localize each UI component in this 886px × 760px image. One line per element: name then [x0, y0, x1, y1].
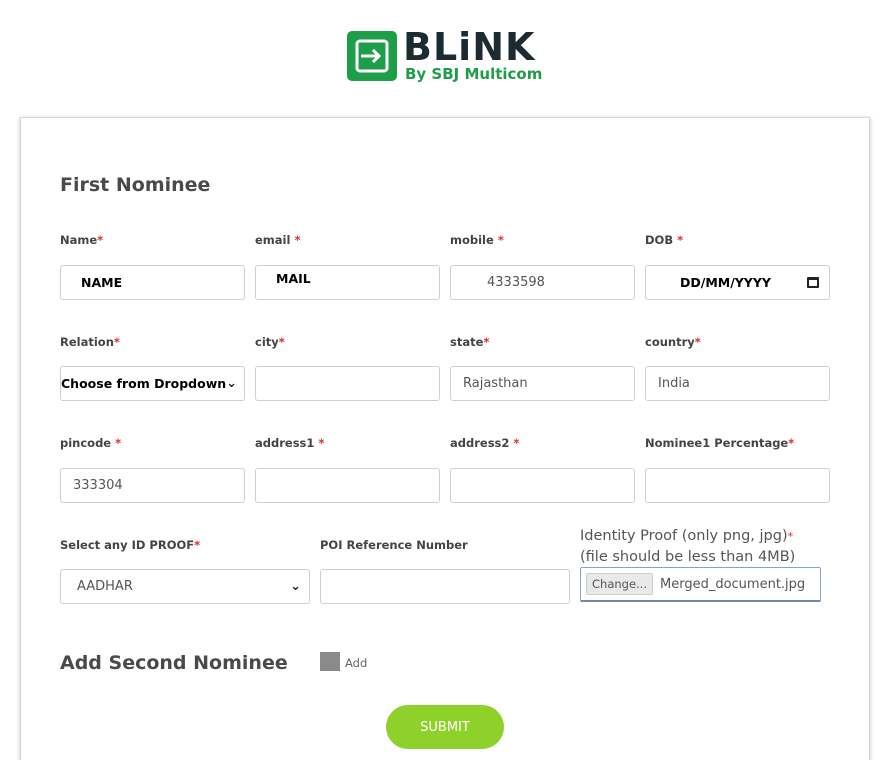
address2-input[interactable] — [450, 468, 635, 503]
add-second-nominee-title: Add Second Nominee — [60, 652, 288, 674]
email-input[interactable]: MAIL — [255, 265, 440, 300]
address1-label: address1 * — [255, 436, 325, 450]
chevron-down-icon: ⌄ — [290, 579, 301, 594]
address2-label: address2 * — [450, 436, 520, 450]
country-input[interactable]: India — [645, 366, 830, 401]
relation-label: Relation* — [60, 335, 120, 349]
relation-value: Choose from Dropdown — [61, 376, 227, 391]
identity-file-input[interactable]: Change... Merged_document.jpg — [580, 567, 821, 602]
identity-proof-label: Identity Proof (only png, jpg)* (file sh… — [580, 528, 796, 565]
add-second-nominee-checkbox[interactable] — [320, 652, 340, 671]
poi-ref-input[interactable] — [320, 569, 570, 604]
add-checkbox-label: Add — [345, 656, 368, 670]
file-name: Merged_document.jpg — [660, 576, 806, 592]
name-input[interactable]: NAME — [60, 265, 245, 300]
email-label: email * — [255, 233, 301, 247]
percentage-input[interactable] — [645, 468, 830, 503]
calendar-icon[interactable] — [807, 277, 819, 288]
dob-input[interactable]: DD/MM/YYYY — [645, 265, 830, 300]
dob-value: DD/MM/YYYY — [680, 275, 771, 290]
percentage-label: Nominee1 Percentage* — [645, 436, 795, 450]
id-proof-label: Select any ID PROOF* — [60, 538, 201, 552]
city-input[interactable] — [255, 366, 440, 401]
country-label: country* — [645, 335, 701, 349]
first-nominee-title: First Nominee — [60, 174, 211, 196]
city-label: city* — [255, 335, 285, 349]
relation-select[interactable]: Choose from Dropdown ⌄ — [60, 366, 245, 401]
identity-proof-note: (file should be less than 4MB) — [580, 549, 796, 565]
change-file-button[interactable]: Change... — [586, 573, 653, 595]
mobile-input[interactable]: 4333598 — [450, 265, 635, 300]
chevron-down-icon: ⌄ — [226, 376, 238, 391]
name-label: Name* — [60, 233, 104, 247]
mobile-label: mobile * — [450, 233, 504, 247]
id-proof-value: AADHAR — [77, 579, 133, 594]
brand-logo: BLiNK By SBJ Multicom — [347, 25, 543, 83]
blink-logo-icon — [347, 31, 397, 81]
pincode-label: pincode * — [60, 436, 122, 450]
submit-button[interactable]: SUBMIT — [386, 705, 504, 749]
state-input[interactable]: Rajasthan — [450, 366, 635, 401]
state-label: state* — [450, 335, 490, 349]
dob-label: DOB * — [645, 233, 684, 247]
brand-name: BLiNK — [403, 25, 536, 69]
poi-ref-label: POI Reference Number — [320, 538, 468, 552]
brand-subtitle: By SBJ Multicom — [405, 65, 543, 83]
address1-input[interactable] — [255, 468, 440, 503]
id-proof-select[interactable]: AADHAR ⌄ — [60, 569, 310, 604]
pincode-input[interactable]: 333304 — [60, 468, 245, 503]
